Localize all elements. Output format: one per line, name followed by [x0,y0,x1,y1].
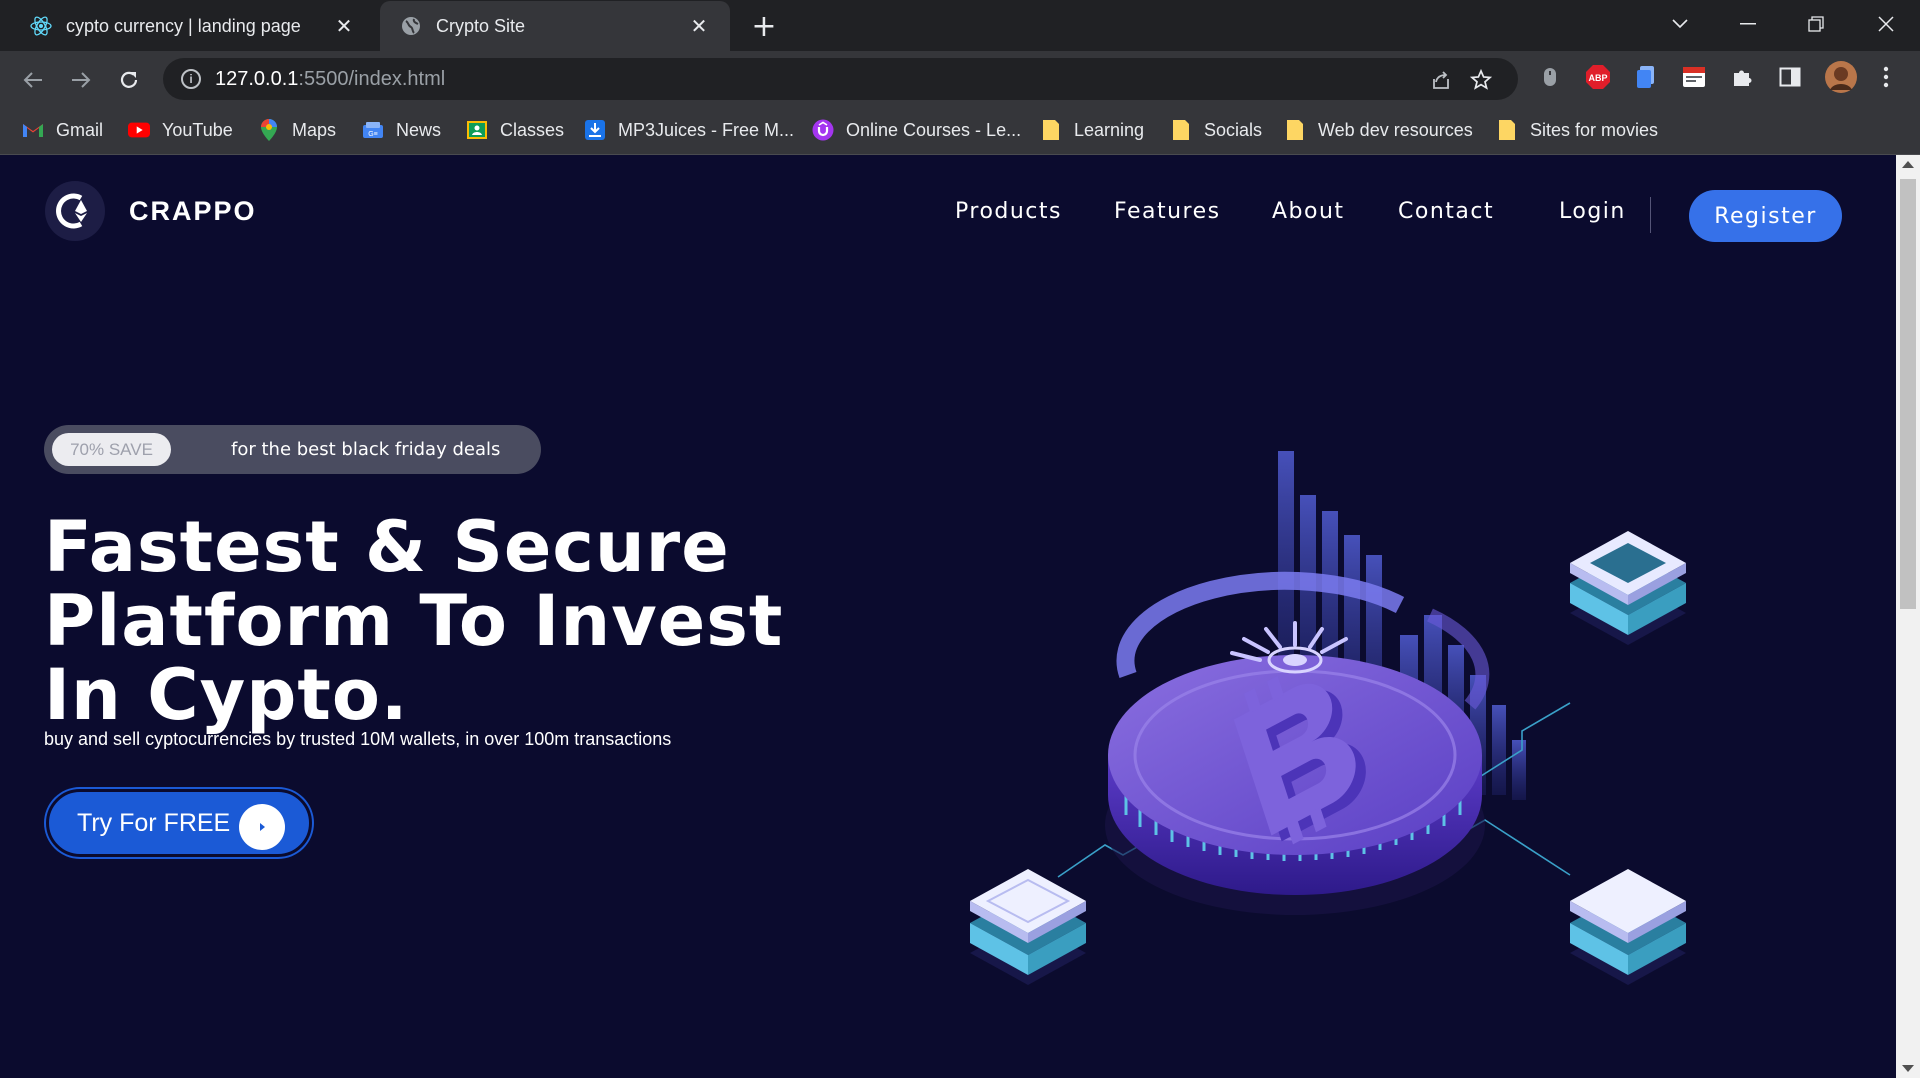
folder-icon [1284,119,1306,141]
block-bottom-left [970,869,1086,985]
block-bottom-right [1570,869,1686,985]
globe-icon [400,15,422,37]
react-icon [30,15,52,37]
bookmark-maps[interactable]: Maps [258,108,336,152]
minimize-button[interactable] [1728,6,1768,42]
bookmark-learning[interactable]: Learning [1040,108,1144,152]
try-for-free-button[interactable]: Try For FREE [46,789,312,857]
folder-icon [1040,119,1062,141]
share-icon[interactable] [1429,68,1453,92]
nav-login[interactable]: Login [1559,199,1626,224]
extension-mouse-icon[interactable] [1536,63,1564,91]
bookmark-star-icon[interactable] [1469,68,1493,92]
landing-page: CRAPPO Products Features About Contact L… [0,155,1896,1078]
close-window-button[interactable] [1866,6,1906,42]
bookmark-label: Web dev resources [1318,119,1473,140]
bookmark-mp3juices[interactable]: MP3Juices - Free M... [584,108,794,152]
puzzle-icon[interactable] [1728,63,1756,91]
scroll-down-arrow-icon[interactable] [1902,1065,1914,1072]
nav-divider [1650,197,1651,233]
back-button[interactable] [16,63,50,97]
close-icon[interactable]: ✕ [688,15,710,38]
nav-contact[interactable]: Contact [1398,199,1494,224]
promo-text: for the best black friday deals [231,439,501,460]
gmail-icon [22,119,44,141]
bookmark-gmail[interactable]: Gmail [22,108,103,152]
new-tab-button[interactable]: + [748,9,780,44]
svg-text:G≡: G≡ [368,131,378,138]
nav-products[interactable]: Products [955,199,1062,224]
download-icon [584,119,606,141]
extension-screen-icon[interactable] [1680,63,1708,91]
bookmark-label: Classes [500,119,565,140]
bookmark-web-dev[interactable]: Web dev resources [1284,108,1473,152]
bookmark-movies[interactable]: Sites for movies [1496,108,1658,152]
close-icon[interactable]: ✕ [333,15,355,38]
bookmark-label: Socials [1204,119,1263,140]
tab-search-icon[interactable] [1660,6,1700,42]
url-text[interactable]: 127.0.0.1:5500/index.html [215,68,445,91]
bookmark-label: News [396,119,442,140]
tab-strip: cypto currency | landing page ✕ Crypto S… [0,0,1920,51]
classes-icon [466,119,488,141]
udemy-icon [812,119,834,141]
bookmark-socials[interactable]: Socials [1170,108,1262,152]
reload-button[interactable] [112,63,146,97]
register-button[interactable]: Register [1689,190,1842,242]
bookmark-label: Maps [292,119,337,140]
tab-crypto-site[interactable]: Crypto Site ✕ [380,1,730,51]
page-scrollbar[interactable] [1896,155,1920,1078]
hero-title: Fastest & Secure Platform To Invest In C… [44,506,784,736]
folder-icon [1496,119,1518,141]
brand-name: CRAPPO [129,195,257,226]
url-path: :5500/index.html [298,67,446,90]
cta-label: Try For FREE [77,808,231,837]
url-host: 127.0.0.1 [215,67,299,90]
tab-title: Crypto Site [436,15,526,36]
folder-icon [1170,119,1192,141]
promo-badge: 70% SAVE [52,433,171,466]
nav-about[interactable]: About [1272,199,1345,224]
block-top-right [1570,531,1686,645]
info-icon[interactable]: i [181,69,201,89]
bookmark-label: Online Courses - Le... [846,119,1022,140]
youtube-icon [128,119,150,141]
address-bar[interactable]: i 127.0.0.1:5500/index.html [163,58,1518,100]
restore-button[interactable] [1796,6,1836,42]
play-arrow-icon [239,804,285,850]
scroll-up-arrow-icon[interactable] [1902,161,1914,168]
bitcoin-platform-illustration [970,451,1686,985]
scrollbar-thumb[interactable] [1900,179,1916,609]
tab-landing-page[interactable]: cypto currency | landing page ✕ [10,1,375,51]
tab-title: cypto currency | landing page [66,15,301,36]
adblock-icon[interactable]: ABP [1584,63,1612,91]
ethereum-logo-icon [45,181,105,241]
brand-logo[interactable]: CRAPPO [45,181,257,241]
avatar[interactable] [1824,60,1858,94]
nav-features[interactable]: Features [1114,199,1221,224]
promo-banner: 70% SAVE for the best black friday deals [44,425,541,474]
browser-chrome: cypto currency | landing page ✕ Crypto S… [0,0,1920,155]
news-icon: G≡ [362,119,384,141]
menu-kebab-icon[interactable] [1872,63,1900,91]
bookmark-youtube[interactable]: YouTube [128,108,233,152]
maps-icon [258,119,280,141]
bookmark-news[interactable]: G≡ News [362,108,441,152]
adblock-label: ABP [1588,73,1607,83]
bookmark-label: YouTube [162,119,233,140]
forward-button[interactable] [64,63,98,97]
bookmark-label: Sites for movies [1530,119,1659,140]
bookmarks-bar: Gmail YouTube Maps G≡ News Classes MP3Ju… [0,108,1920,155]
side-panel-icon[interactable] [1776,63,1804,91]
bookmark-label: MP3Juices - Free M... [618,119,795,140]
extension-docs-icon[interactable] [1632,63,1660,91]
bookmark-label: Learning [1074,119,1145,140]
bookmark-online-courses[interactable]: Online Courses - Le... [812,108,1021,152]
hero-subtitle: buy and sell cyptocurrencies by trusted … [44,729,672,749]
bookmark-classes[interactable]: Classes [466,108,564,152]
bookmark-label: Gmail [56,119,104,140]
